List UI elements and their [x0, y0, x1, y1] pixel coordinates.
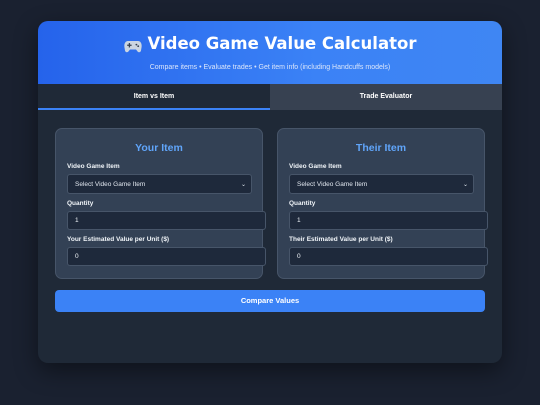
tab-bar: Item vs Item Trade Evaluator: [38, 84, 502, 110]
your-quantity-input[interactable]: 1: [67, 211, 266, 230]
their-item-select[interactable]: Select Video Game Item ⌄: [289, 174, 474, 194]
their-item-select-value: Select Video Game Item: [297, 180, 368, 188]
their-value-label: Their Estimated Value per Unit ($): [289, 236, 393, 243]
your-item-select[interactable]: Select Video Game Item ⌄: [67, 174, 252, 194]
calculator-window: Video Game Value Calculator Compare item…: [38, 21, 502, 363]
their-item-label: Video Game Item: [289, 163, 342, 170]
their-value-input[interactable]: 0: [289, 247, 488, 266]
tab-item-vs-item[interactable]: Item vs Item: [38, 84, 270, 110]
comparison-panels: Your Item Video Game Item Select Video G…: [55, 128, 488, 279]
gamepad-icon: [123, 38, 142, 53]
their-item-title: Their Item: [355, 142, 407, 154]
chevron-down-icon: ⌄: [240, 181, 246, 188]
your-value-label: Your Estimated Value per Unit ($): [67, 236, 170, 243]
their-quantity-input[interactable]: 1: [289, 211, 488, 230]
your-item-label: Video Game Item: [67, 163, 120, 170]
your-quantity-label: Quantity: [67, 200, 94, 207]
your-item-title: Your Item: [135, 142, 183, 154]
header: Video Game Value Calculator Compare item…: [38, 21, 502, 84]
page-subtitle: Compare items • Evaluate trades • Get it…: [149, 64, 391, 71]
chevron-down-icon: ⌄: [462, 181, 468, 188]
page-title-row: Video Game Value Calculator: [123, 34, 417, 54]
their-quantity-label: Quantity: [289, 200, 316, 207]
tab-trade-evaluator[interactable]: Trade Evaluator: [270, 84, 502, 110]
page-title: Video Game Value Calculator: [147, 34, 417, 53]
your-value-input[interactable]: 0: [67, 247, 266, 266]
compare-values-button[interactable]: Compare Values: [55, 290, 485, 312]
their-item-panel: Their Item Video Game Item Select Video …: [277, 128, 488, 279]
your-item-select-value: Select Video Game Item: [75, 180, 146, 188]
your-item-panel: Your Item Video Game Item Select Video G…: [55, 128, 266, 279]
